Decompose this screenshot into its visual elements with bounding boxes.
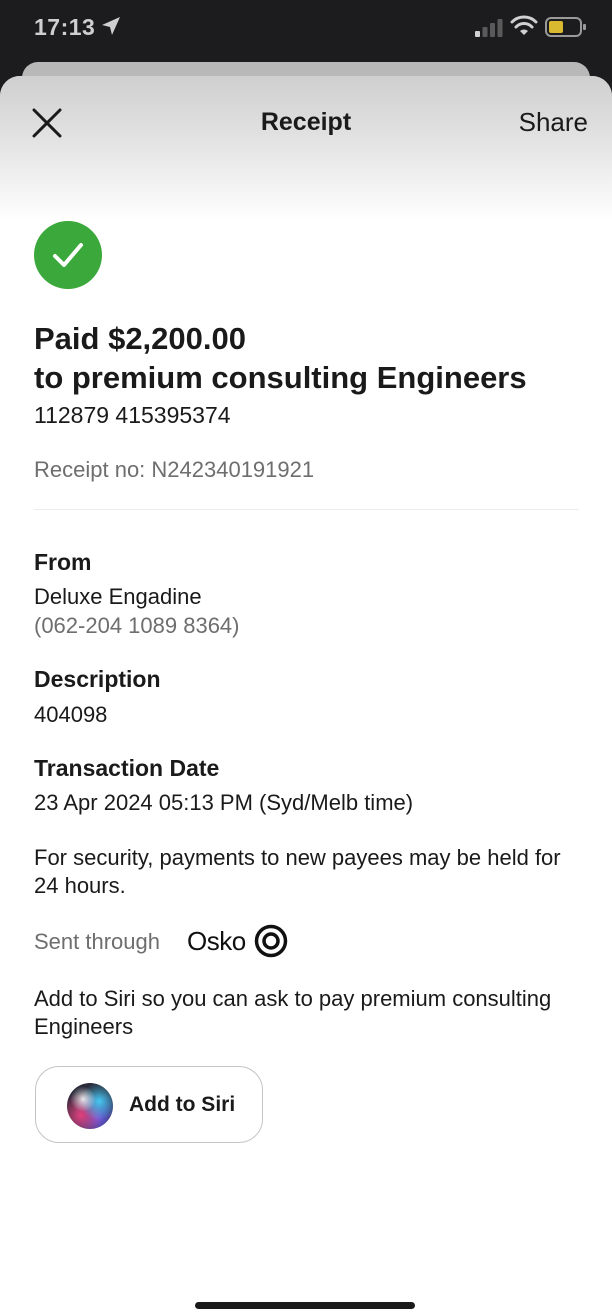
location-arrow-icon [102, 17, 120, 35]
status-bar: 17:13 [0, 0, 612, 60]
description-label: Description [34, 666, 161, 692]
share-button[interactable]: Share [519, 107, 588, 138]
add-to-siri-label: Add to Siri [129, 1093, 236, 1116]
sent-through-label: Sent through [34, 929, 160, 954]
security-notice: For security, payments to new payees may… [34, 845, 561, 898]
add-to-siri-button[interactable]: Add to Siri [35, 1066, 263, 1143]
payee-account: 112879 415395374 [34, 402, 231, 428]
osko-brand: Osko [187, 926, 246, 956]
transaction-date-label: Transaction Date [34, 755, 220, 781]
siri-prompt: Add to Siri so you can ask to pay premiu… [34, 986, 552, 1039]
siri-orb-icon [67, 1083, 113, 1129]
cellular-signal-icon [475, 19, 503, 37]
from-label: From [34, 549, 92, 575]
description-value: 404098 [34, 702, 108, 727]
from-account: (062-204 1089 8364) [34, 613, 240, 638]
payment-payee: to premium consulting Engineers [34, 360, 527, 395]
divider [34, 509, 579, 510]
battery-icon [545, 17, 586, 37]
transaction-date-value: 23 Apr 2024 05:13 PM (Syd/Melb time) [34, 790, 414, 815]
home-indicator [195, 1302, 415, 1309]
osko-logo-icon [254, 924, 288, 958]
receipt-sheet: Receipt Share Paid $2,200.00 to premium … [0, 76, 612, 1314]
from-name: Deluxe Engadine [34, 584, 202, 609]
payment-title: Paid $2,200.00 to premium consulting Eng… [34, 319, 594, 397]
receipt-number: Receipt no: N242340191921 [34, 457, 315, 482]
success-badge [34, 221, 102, 289]
wifi-icon [510, 15, 538, 35]
sheet-header: Receipt Share [0, 76, 612, 221]
check-icon [53, 243, 83, 267]
status-time: 17:13 [34, 14, 96, 40]
payment-amount: Paid $2,200.00 [34, 321, 246, 356]
